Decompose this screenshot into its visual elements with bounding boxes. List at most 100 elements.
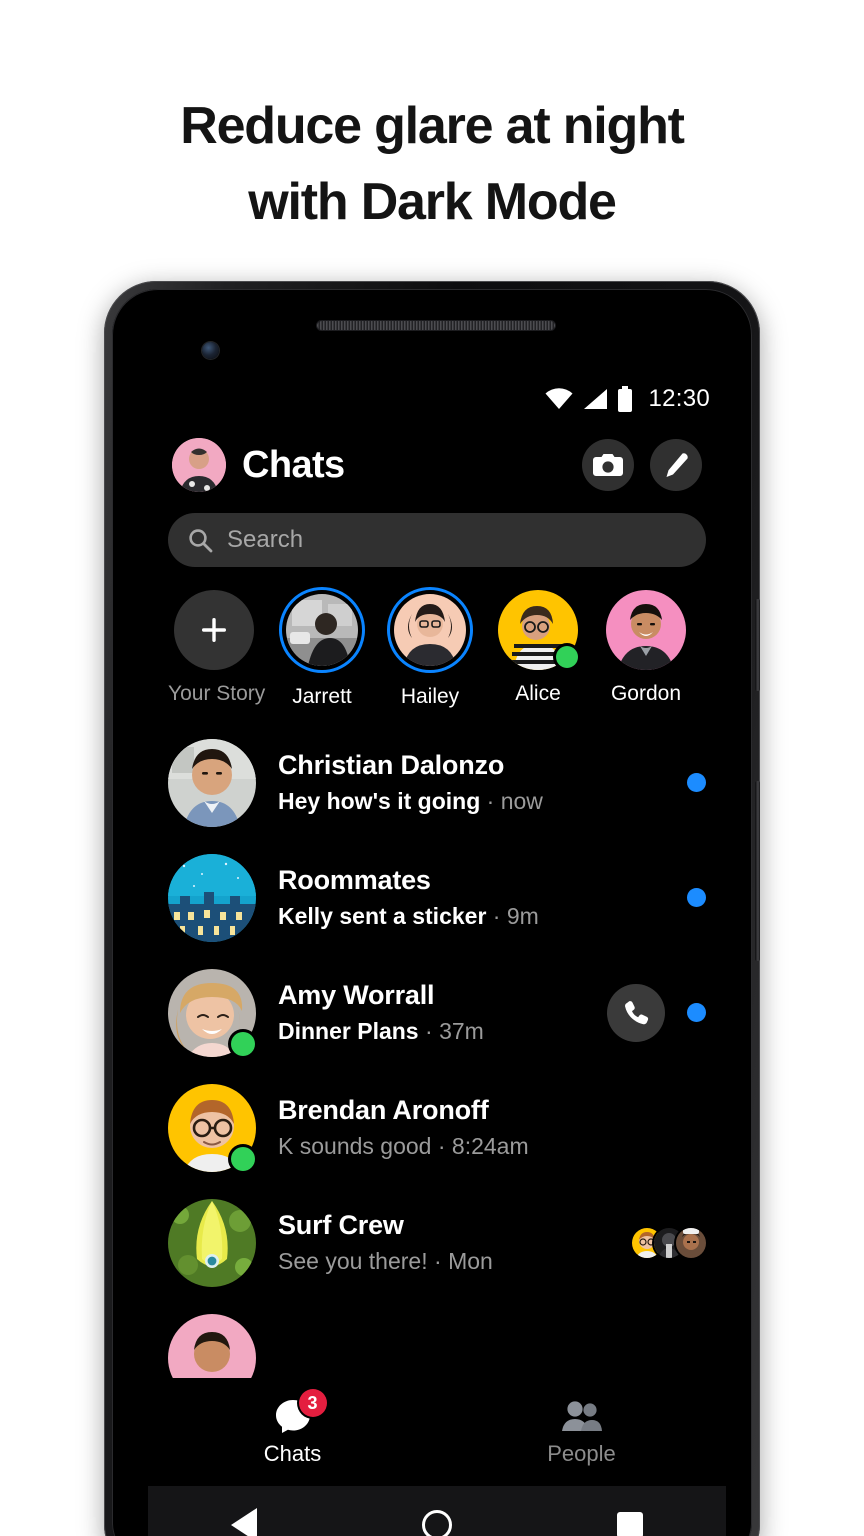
chat-row-christian-dalonzo[interactable]: Christian Dalonzo Hey how's it going · n…: [148, 725, 726, 840]
home-circle-icon: [421, 1509, 452, 1536]
chat-row-text: Brendan Aronoff K sounds good · 8:24am: [278, 1095, 684, 1160]
story-gordon[interactable]: Gordon: [600, 587, 692, 706]
avatar: [168, 968, 256, 1057]
story-ring: [174, 590, 254, 670]
chat-snippet: K sounds good · 8:24am: [278, 1133, 684, 1160]
search-icon: [189, 528, 213, 552]
chat-separator: ·: [486, 903, 507, 929]
avatar: [168, 738, 256, 827]
story-jarrett[interactable]: Jarrett: [276, 587, 368, 709]
recents-square-icon: [616, 1511, 643, 1536]
app-title: Chats: [242, 443, 345, 486]
chat-snippet-text: Hey how's it going: [278, 788, 481, 814]
front-camera-icon: [202, 342, 219, 359]
android-navigation-bar: [148, 1486, 726, 1536]
story-avatar: [394, 594, 466, 666]
online-status-dot: [556, 646, 578, 668]
android-home-button[interactable]: [402, 1500, 472, 1536]
avatar: [168, 1198, 256, 1287]
chat-snippet-text: K sounds good: [278, 1133, 432, 1159]
cellular-signal-icon: [584, 389, 608, 409]
messenger-app-screen: 12:30 Chats Search Your Story Jarrett Ha…: [148, 371, 726, 1486]
profile-avatar[interactable]: [172, 438, 226, 492]
chat-time: Mon: [448, 1248, 493, 1274]
story-alice[interactable]: Alice: [492, 587, 584, 706]
story-ring-unread: [387, 587, 473, 673]
battery-icon: [618, 386, 633, 412]
promo-screenshot: Reduce glare at night with Dark Mode 12:…: [0, 0, 864, 1536]
tab-chats-label: Chats: [263, 1441, 322, 1466]
story-ring: [498, 590, 578, 670]
phone-device-frame: 12:30 Chats Search Your Story Jarrett Ha…: [104, 281, 760, 1536]
story-avatar: [606, 590, 686, 670]
chat-name: Brendan Aronoff: [278, 1095, 489, 1125]
chat-time: now: [500, 788, 543, 814]
people-icon: [561, 1401, 602, 1431]
phone-icon: [625, 1000, 649, 1024]
chat-row-text: Surf Crew See you there! · Mon: [278, 1210, 610, 1275]
chat-row-text: Roommates Kelly sent a sticker · 9m: [278, 865, 665, 930]
tab-people-label: People: [547, 1441, 616, 1466]
chat-separator: ·: [431, 1133, 452, 1159]
unread-indicator-dot: [687, 1003, 706, 1022]
chat-time: 8:24am: [451, 1133, 529, 1159]
chat-row-actions: [632, 1227, 706, 1258]
plus-icon: [202, 618, 226, 642]
compose-button[interactable]: [650, 439, 702, 491]
chat-row-amy-worrall[interactable]: Amy Worrall Dinner Plans · 37m: [148, 955, 726, 1070]
chat-separator: ·: [427, 1248, 449, 1274]
chats-unread-badge: 3: [298, 1389, 327, 1417]
chat-snippet-text: Dinner Plans: [278, 1018, 419, 1044]
phone-top-bezel: [112, 289, 752, 371]
search-input[interactable]: Search: [168, 513, 706, 567]
camera-icon: [593, 454, 623, 476]
tab-people[interactable]: People: [437, 1397, 726, 1467]
unread-indicator-dot: [687, 888, 706, 907]
chat-name: Christian Dalonzo: [278, 750, 505, 780]
story-hailey[interactable]: Hailey: [384, 587, 476, 709]
chat-row-surf-crew[interactable]: Surf Crew See you there! · Mon: [148, 1185, 726, 1300]
chat-row-text: Christian Dalonzo Hey how's it going · n…: [278, 750, 665, 815]
chat-row-text: Amy Worrall Dinner Plans · 37m: [278, 980, 585, 1045]
people-icon-wrap: [560, 1397, 604, 1435]
chat-row-actions: [687, 773, 706, 792]
chat-list: Christian Dalonzo Hey how's it going · n…: [148, 717, 726, 1415]
phone-screen-glass: 12:30 Chats Search Your Story Jarrett Ha…: [112, 289, 752, 1536]
story-avatar: [286, 594, 358, 666]
chat-row-brendan-aronoff[interactable]: Brendan Aronoff K sounds good · 8:24am: [148, 1070, 726, 1185]
chat-snippet-text: See you there!: [278, 1248, 428, 1274]
story-label: Gordon: [610, 682, 682, 705]
chat-separator: ·: [418, 1018, 440, 1044]
page-title: Reduce glare at night with Dark Mode: [180, 97, 685, 231]
wifi-icon: [545, 388, 573, 409]
tab-chats[interactable]: 3 Chats: [148, 1389, 437, 1467]
search-section: Search: [148, 503, 726, 567]
volume-button[interactable]: [755, 781, 760, 961]
chat-time: 9m: [506, 903, 539, 929]
compose-pencil-icon: [666, 453, 688, 477]
seen-avatar: [676, 1227, 706, 1258]
android-recents-button[interactable]: [595, 1500, 665, 1536]
story-your-story[interactable]: Your Story: [168, 587, 266, 706]
camera-button[interactable]: [582, 439, 634, 491]
chat-snippet: Kelly sent a sticker · 9m: [278, 903, 665, 930]
chat-name: Amy Worrall: [278, 980, 435, 1010]
story-label: Alice: [515, 682, 561, 705]
add-story-button[interactable]: [174, 590, 254, 670]
story-label: Hailey: [400, 685, 460, 708]
back-triangle-icon: [231, 1507, 258, 1536]
chat-row-roommates[interactable]: Roommates Kelly sent a sticker · 9m: [148, 840, 726, 955]
avatar: [168, 853, 256, 942]
chat-time: 37m: [439, 1018, 484, 1044]
chat-row-actions: [687, 888, 706, 907]
chat-snippet: Hey how's it going · now: [278, 788, 665, 815]
chat-snippet: See you there! · Mon: [278, 1248, 610, 1275]
power-button[interactable]: [755, 599, 760, 691]
call-button[interactable]: [607, 983, 665, 1042]
chat-name: Roommates: [278, 865, 431, 895]
story-label: Your Story: [168, 682, 266, 705]
search-placeholder: Search: [227, 526, 304, 553]
chat-snippet-text: Kelly sent a sticker: [278, 903, 487, 929]
android-back-button[interactable]: [209, 1500, 279, 1536]
chat-separator: ·: [480, 788, 501, 814]
